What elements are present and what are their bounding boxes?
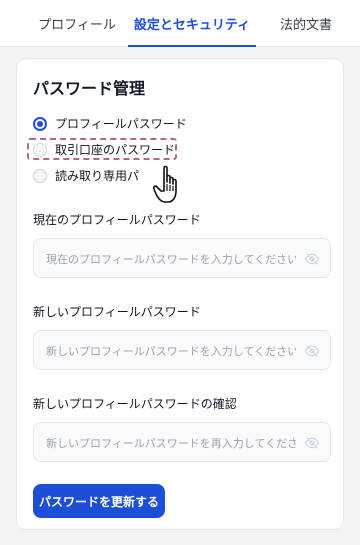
- hand-pointer-icon: [152, 165, 177, 203]
- confirm-password-input[interactable]: [44, 423, 298, 463]
- radio-read-only-password[interactable]: 読み取り専用パ: [33, 167, 139, 184]
- radio-label: 取引口座のパスワード: [55, 143, 176, 157]
- eye-off-icon[interactable]: [304, 343, 320, 359]
- tab-bar: プロフィール 設定とセキュリティ 法的文書: [0, 0, 360, 47]
- radio-trading-account-password[interactable]: 取引口座のパスワード: [33, 141, 175, 158]
- radio-button[interactable]: [33, 142, 47, 157]
- radio-label: 読み取り専用パ: [55, 169, 140, 183]
- current-password-label: 現在のプロフィールパスワード: [33, 213, 201, 227]
- new-password-label: 新しいプロフィールパスワード: [33, 305, 201, 319]
- new-password-input[interactable]: [44, 331, 298, 371]
- section-title: パスワード管理: [33, 79, 146, 98]
- radio-profile-password[interactable]: プロフィールパスワード: [33, 115, 187, 132]
- tab-profile[interactable]: プロフィール: [26, 0, 128, 46]
- radio-button[interactable]: [33, 168, 47, 183]
- password-management-card: パスワード管理 プロフィールパスワード 取引口座のパスワード 読み取り専用パ 現…: [16, 58, 344, 530]
- tab-legal-documents[interactable]: 法的文書: [266, 0, 360, 46]
- confirm-password-field-wrapper: [33, 422, 331, 463]
- radio-label: プロフィールパスワード: [55, 117, 187, 131]
- current-password-field-wrapper: [33, 238, 331, 279]
- radio-button-checked[interactable]: [33, 116, 47, 131]
- new-password-field-wrapper: [33, 330, 331, 371]
- tab-settings-security[interactable]: 設定とセキュリティ: [128, 0, 256, 47]
- update-password-button[interactable]: パスワードを更新する: [33, 484, 165, 518]
- confirm-password-label: 新しいプロフィールパスワードの確認: [33, 397, 237, 411]
- current-password-input[interactable]: [44, 239, 298, 279]
- eye-off-icon[interactable]: [304, 435, 320, 451]
- eye-off-icon[interactable]: [304, 251, 320, 267]
